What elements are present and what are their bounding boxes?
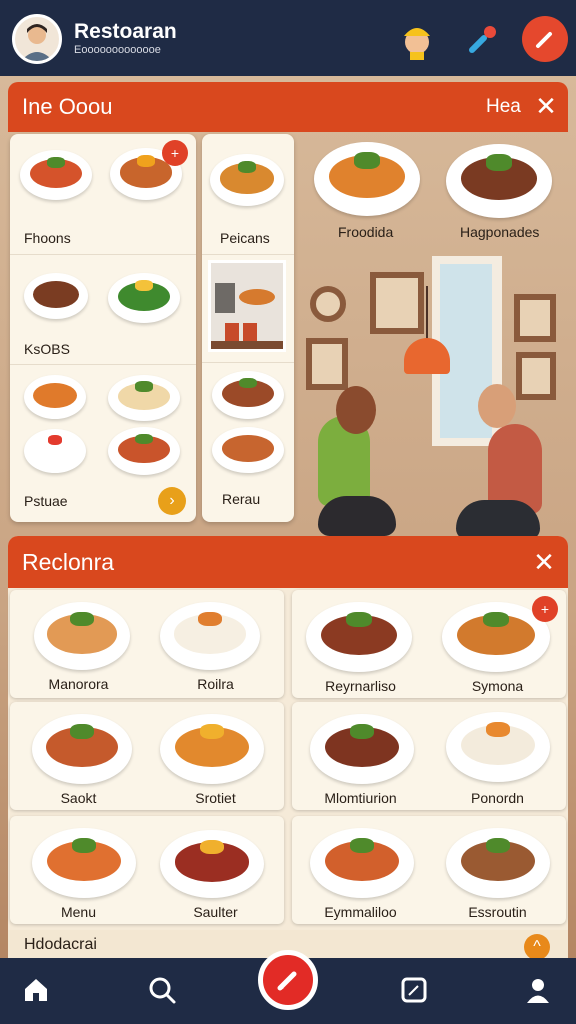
chevron-up-icon[interactable]: ^ bbox=[524, 934, 550, 960]
recommended-panel-header: Reclonra ✕ bbox=[8, 536, 568, 588]
dish-image bbox=[160, 830, 264, 898]
wall-picture bbox=[370, 272, 424, 334]
featured-dish-label: Froodida bbox=[338, 224, 394, 240]
app-title: Restoaran bbox=[74, 20, 177, 43]
dish-label: Reyrnarliso bbox=[325, 678, 396, 694]
tablet-icon[interactable] bbox=[394, 970, 434, 1010]
worker-emoji-icon[interactable] bbox=[394, 16, 440, 62]
profile-icon[interactable] bbox=[518, 970, 558, 1010]
dish-card[interactable]: Saokt Srotiet bbox=[10, 702, 284, 810]
arrow-right-icon[interactable]: › bbox=[158, 487, 186, 515]
dish-label: Mlomtiurion bbox=[324, 790, 397, 806]
dish-label: Essroutin bbox=[468, 904, 527, 920]
dish-image bbox=[310, 828, 414, 898]
wall-picture bbox=[514, 294, 556, 342]
dish-label: Manorora bbox=[48, 676, 109, 692]
edit-icon[interactable] bbox=[522, 16, 568, 62]
dish-card[interactable]: Eymmaliloo Essroutin bbox=[292, 816, 566, 924]
menu-panel-header: Ine Ooou Hea ✕ bbox=[8, 82, 568, 132]
wall-mirror bbox=[310, 286, 346, 322]
dish-label: Srotiet bbox=[195, 790, 236, 806]
category-label: Fhoons bbox=[24, 230, 71, 246]
dish-image bbox=[310, 714, 414, 784]
man-head bbox=[478, 384, 516, 428]
dish-image bbox=[306, 602, 412, 672]
category-card[interactable]: + Fhoons bbox=[10, 134, 196, 254]
dish-image bbox=[32, 828, 136, 898]
dish-image bbox=[20, 150, 92, 200]
woman-legs bbox=[318, 496, 396, 536]
dish-image bbox=[160, 602, 260, 670]
dish-image bbox=[34, 602, 130, 670]
category-label: Peicans bbox=[220, 230, 270, 246]
dish-image bbox=[210, 154, 284, 206]
dish-image bbox=[108, 273, 180, 323]
wall-picture bbox=[306, 338, 348, 390]
dish-label: Eymmaliloo bbox=[324, 904, 397, 920]
dish-card[interactable]: Manorora Roilra bbox=[10, 590, 284, 698]
category-card[interactable]: Pstuae › bbox=[10, 364, 196, 522]
category-card[interactable]: Rerau bbox=[202, 362, 294, 522]
dish-image bbox=[108, 375, 180, 421]
dish-label: Menu bbox=[60, 904, 97, 920]
category-column-1: + Fhoons KsOBS Pstuae › bbox=[10, 134, 196, 522]
man-legs bbox=[456, 500, 540, 540]
dish-image bbox=[212, 371, 284, 419]
dish-label: Symona bbox=[471, 678, 524, 694]
category-label: KsOBS bbox=[24, 341, 70, 357]
search-icon[interactable] bbox=[142, 970, 182, 1010]
close-icon[interactable]: ✕ bbox=[532, 92, 560, 120]
top-bar: Restoaran Eooooooooooooe bbox=[0, 0, 576, 76]
close-icon[interactable]: ✕ bbox=[530, 548, 558, 576]
pen-icon[interactable] bbox=[258, 950, 318, 1010]
wall-picture bbox=[516, 352, 556, 400]
avatar[interactable] bbox=[12, 14, 62, 64]
dish-label: Saokt bbox=[60, 790, 97, 806]
dish-image[interactable] bbox=[446, 144, 552, 218]
dish-image bbox=[446, 828, 550, 898]
lamp-cord bbox=[426, 286, 428, 340]
home-icon[interactable] bbox=[16, 970, 56, 1010]
dish-label: Ponordn bbox=[471, 790, 524, 806]
dish-image bbox=[32, 714, 132, 784]
recommended-panel: Reclonra ✕ Manorora Roilra + Reyrnarliso… bbox=[8, 536, 568, 946]
woman-head bbox=[336, 386, 376, 434]
pin-icon[interactable] bbox=[460, 16, 506, 62]
dish-image bbox=[108, 427, 180, 475]
menu-panel-right-label[interactable]: Hea bbox=[486, 96, 521, 118]
dish-image bbox=[160, 714, 264, 784]
app-subtitle: Eooooooooooooe bbox=[74, 44, 161, 56]
dish-card[interactable]: + Reyrnarliso Symona bbox=[292, 590, 566, 698]
dish-image bbox=[24, 273, 88, 319]
dish-image[interactable] bbox=[314, 142, 420, 216]
category-label: Pstuae bbox=[24, 493, 68, 509]
restaurant-photo[interactable] bbox=[208, 260, 286, 352]
menu-panel-title: Ine Ooou bbox=[22, 94, 113, 119]
next-section-label: Hdodacrai bbox=[24, 936, 97, 953]
dish-label: Saulter bbox=[193, 904, 238, 920]
category-card[interactable]: KsOBS bbox=[10, 254, 196, 364]
plus-badge-icon[interactable]: + bbox=[162, 140, 188, 166]
dish-card[interactable]: Menu Saulter bbox=[10, 816, 284, 924]
category-label: Rerau bbox=[222, 491, 261, 507]
dish-image bbox=[24, 429, 86, 473]
featured-dish-row: Froodida Hagponades bbox=[300, 134, 568, 246]
dish-image bbox=[24, 375, 86, 419]
featured-dish-label: Hagponades bbox=[460, 224, 540, 240]
plus-badge-icon[interactable]: + bbox=[532, 596, 558, 622]
dish-label: Roilra bbox=[197, 676, 234, 692]
dish-image bbox=[212, 427, 284, 473]
dish-image bbox=[446, 712, 550, 782]
category-card[interactable]: Peicans bbox=[202, 134, 294, 254]
dish-card[interactable]: Mlomtiurion Ponordn bbox=[292, 702, 566, 810]
recommended-panel-title: Reclonra bbox=[22, 549, 115, 575]
